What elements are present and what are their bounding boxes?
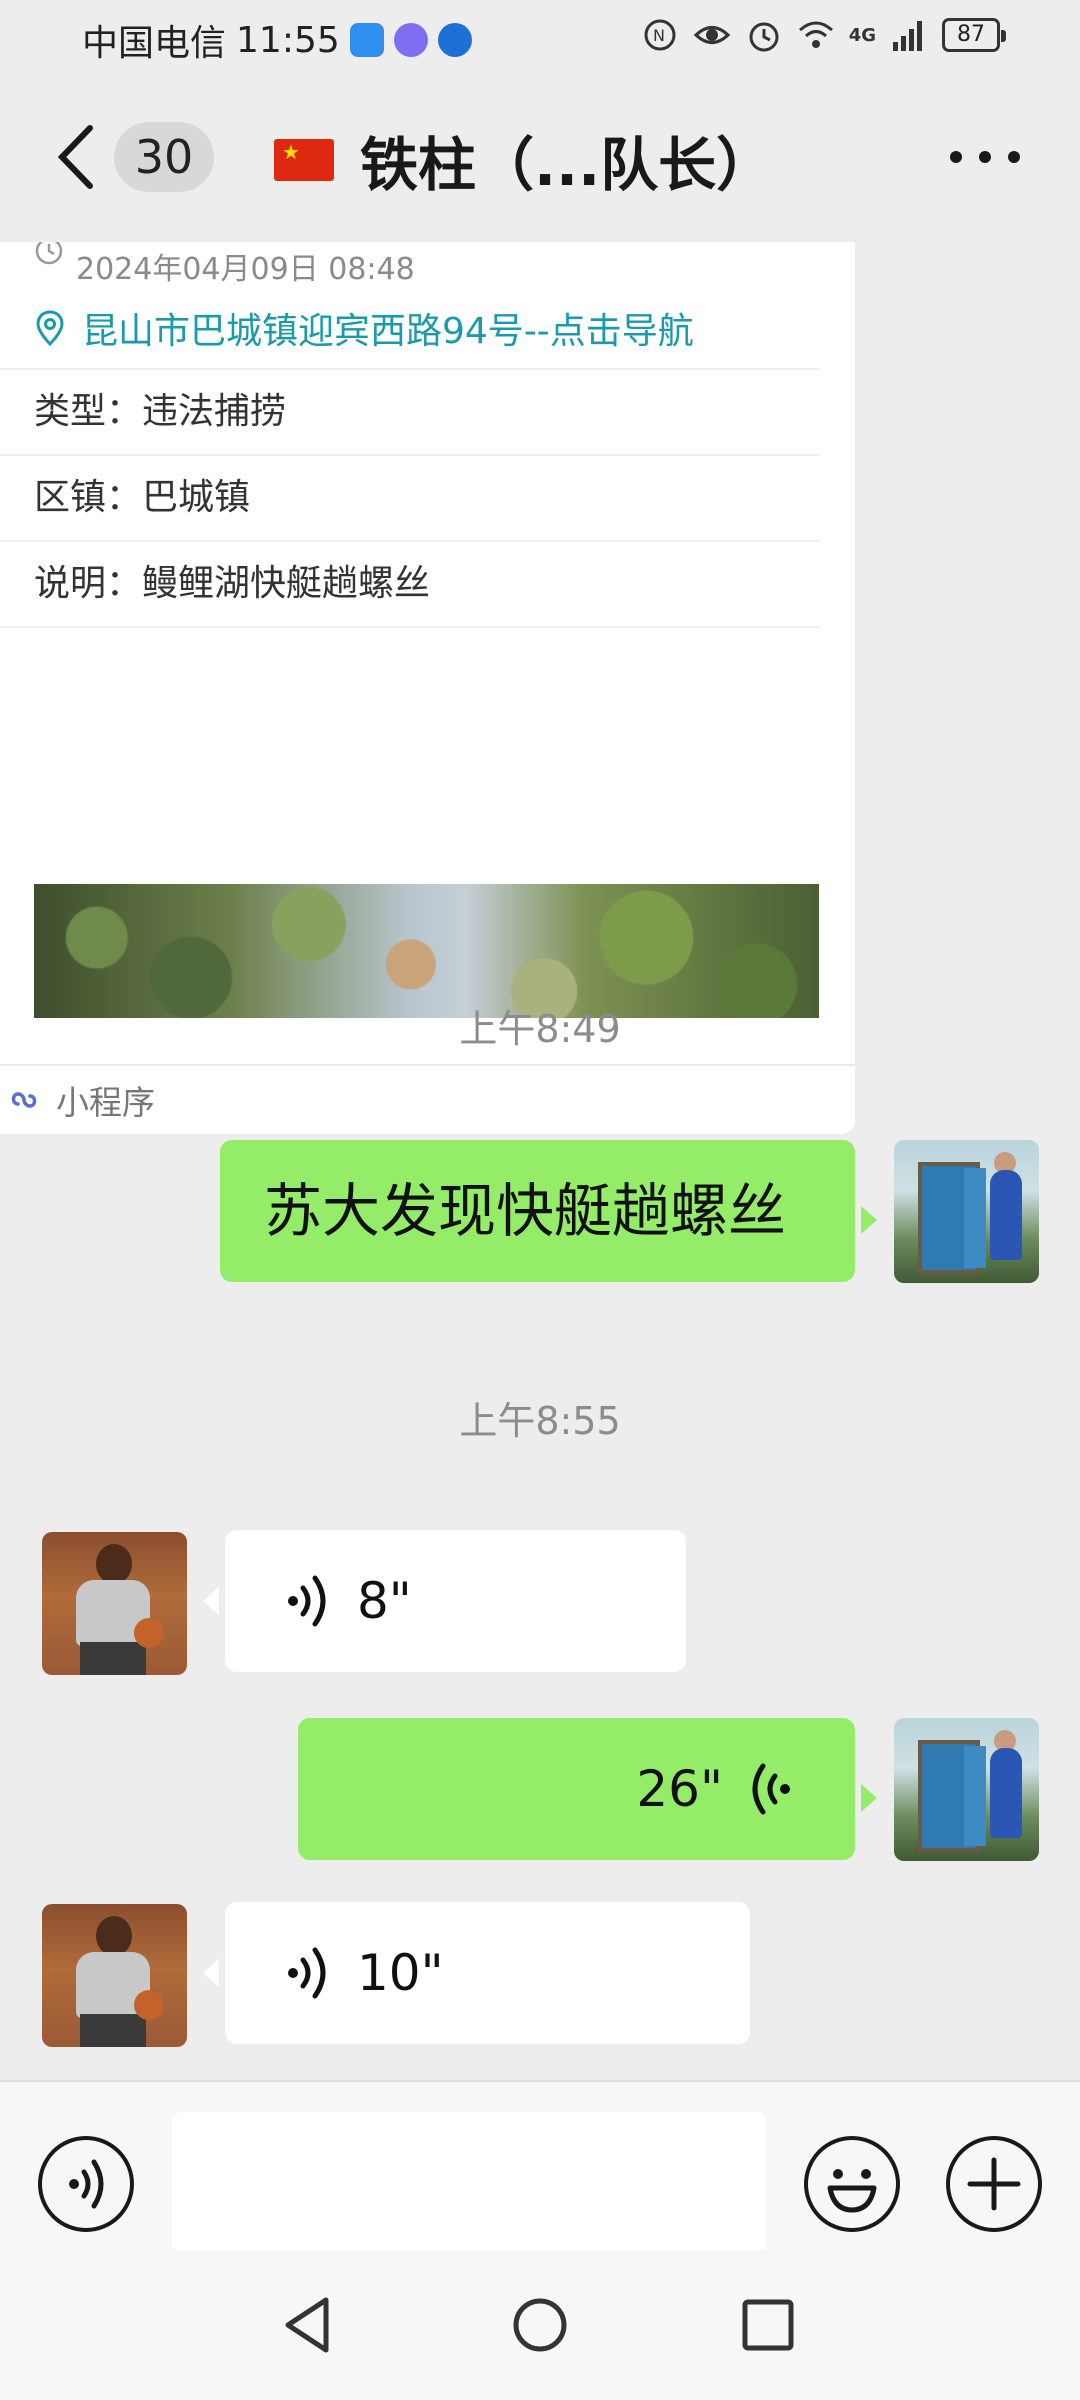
carrier-label: 中国电信 [82, 23, 227, 64]
avatar-shorts [80, 1642, 146, 1675]
voice-duration: 8" [357, 1572, 412, 1630]
description-row: 说明：鳗鲤湖快艇趟螺丝 [0, 540, 820, 626]
voice-content: 26" [636, 1718, 791, 1860]
location-pin-icon [36, 310, 64, 346]
incoming-voice-bubble[interactable]: 8" [225, 1530, 686, 1672]
message-text: 苏大发现快艇趟螺丝 [264, 1177, 787, 1245]
emoji-icon[interactable] [804, 2136, 900, 2232]
voice-duration: 10" [357, 1944, 444, 2002]
incoming-voice-bubble[interactable]: 10" [225, 1902, 750, 2044]
type-value: 违法捕捞 [142, 391, 287, 432]
mini-program-label: 小程序 [56, 1083, 155, 1122]
row-divider [0, 626, 820, 628]
svg-text:N: N [653, 26, 665, 45]
outgoing-voice-bubble[interactable]: 26" [298, 1718, 855, 1860]
voice-content: 8" [287, 1530, 412, 1672]
battery-indicator: 87 [942, 18, 1006, 52]
clock: 11:55 [236, 19, 340, 61]
voice-duration: 26" [636, 1760, 723, 1818]
plus-glyph [967, 2157, 1021, 2211]
district-row: 区镇：巴城镇 [0, 454, 820, 540]
contact-avatar[interactable] [42, 1904, 187, 2047]
outgoing-text-bubble[interactable]: 苏大发现快艇趟螺丝 [220, 1140, 855, 1282]
nfc-icon: N [644, 19, 676, 51]
contact-avatar[interactable] [42, 1532, 187, 1675]
emoji-glyph [827, 2169, 877, 2213]
district-key: 区镇： [34, 477, 143, 518]
alarm-icon [749, 22, 779, 52]
china-flag-icon: ★ [274, 139, 334, 181]
battery-level: 87 [957, 22, 985, 47]
back-icon[interactable] [52, 122, 102, 192]
more-dot [979, 151, 991, 163]
avatar-sign-panel [964, 1746, 986, 1846]
eye-comfort-icon [693, 26, 730, 44]
voice-input-glyph [69, 2159, 104, 2209]
avatar-basketball [134, 1990, 164, 2020]
music-app-icon [393, 23, 428, 57]
message-input[interactable] [172, 2112, 766, 2254]
district-value: 巴城镇 [142, 477, 251, 518]
plus-icon[interactable] [946, 2136, 1042, 2232]
description-value: 鳗鲤湖快艇趟螺丝 [142, 563, 431, 604]
more-icon[interactable] [950, 142, 1020, 172]
mini-program-icon [11, 1092, 37, 1108]
avatar-person [990, 1748, 1022, 1838]
clock-icon [35, 242, 63, 265]
more-dot [1008, 151, 1020, 163]
unread-count-badge[interactable]: 30 [114, 122, 214, 192]
signal-icon [893, 21, 922, 51]
mini-program-footer: 小程序 [0, 1064, 855, 1134]
status-left: 中国电信 11:55 [82, 14, 472, 66]
avatar-person [990, 1170, 1022, 1260]
avatar-sign-panel [964, 1168, 986, 1268]
system-navigation-bar [0, 2250, 1080, 2400]
voice-input-icon[interactable] [38, 2136, 134, 2232]
chat-header: 30 ★ 铁柱（...队长） [0, 72, 1080, 242]
voice-wave-icon [288, 1947, 326, 1999]
my-avatar[interactable] [894, 1140, 1039, 1283]
navigation-link[interactable]: 昆山市巴城镇迎宾西路94号--点击导航 [36, 302, 694, 354]
chat-title-text: 铁柱（...队长） [360, 131, 775, 199]
voice-wave-icon [752, 1763, 790, 1815]
app-notification-icon [437, 23, 472, 57]
weather-app-icon [349, 23, 384, 57]
my-avatar[interactable] [894, 1718, 1039, 1861]
input-bar [0, 2080, 1080, 2254]
system-back-icon[interactable] [276, 2292, 342, 2358]
type-row: 类型：违法捕捞 [0, 368, 820, 454]
voice-content: 10" [287, 1902, 444, 2044]
system-recents-icon[interactable] [735, 2292, 801, 2358]
more-dot [950, 151, 962, 163]
message-list[interactable]: 2024年04月09日 08:48 昆山市巴城镇迎宾西路94号--点击导航 类型… [0, 242, 1080, 2080]
status-bar: 中国电信 11:55 N 4G 87 [0, 0, 1080, 72]
system-home-icon[interactable] [507, 2292, 573, 2358]
timestamp: 上午8:55 [459, 1399, 621, 1443]
wifi-icon [798, 21, 833, 48]
voice-wave-icon [288, 1575, 326, 1627]
timestamp: 上午8:49 [459, 1007, 621, 1051]
report-date: 2024年04月09日 08:48 [76, 252, 415, 287]
avatar-basketball [134, 1618, 164, 1648]
avatar-head [96, 1544, 132, 1584]
avatar-shorts [80, 2014, 146, 2047]
status-right: N 4G 87 [641, 16, 1006, 54]
description-key: 说明： [34, 563, 143, 604]
avatar-head [96, 1916, 132, 1956]
network-type-label: 4G [848, 24, 876, 46]
address-text: 昆山市巴城镇迎宾西路94号--点击导航 [82, 311, 694, 352]
chat-title[interactable]: ★ 铁柱（...队长） [274, 118, 774, 202]
type-key: 类型： [34, 391, 143, 432]
